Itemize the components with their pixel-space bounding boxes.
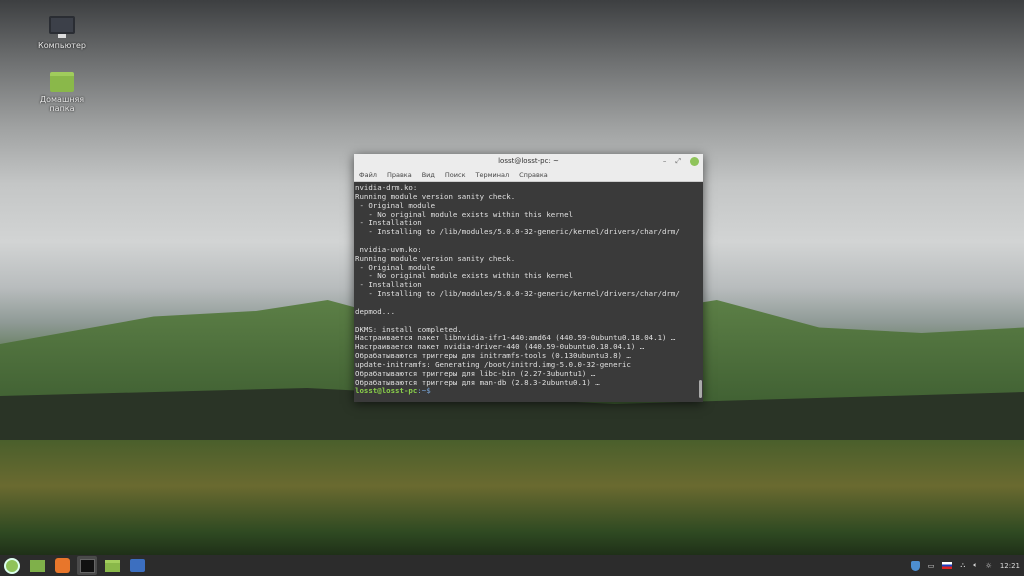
prompt-line[interactable]: losst@losst-pc:~$ xyxy=(355,386,702,396)
output-line: depmod... xyxy=(355,306,396,316)
screenshot-button[interactable] xyxy=(127,556,147,575)
terminal-button[interactable] xyxy=(77,556,97,575)
menu-item[interactable]: Поиск xyxy=(445,168,466,181)
files-icon xyxy=(104,559,120,572)
language-flag-icon[interactable] xyxy=(942,562,953,569)
prompt-user-host: losst@losst-pc xyxy=(355,386,418,396)
firefox-icon xyxy=(54,558,70,573)
network-icon[interactable]: ⛬ xyxy=(960,561,965,570)
maximize-button[interactable]: ⤢ xyxy=(675,156,681,166)
desktop-icon-label: Компьютер xyxy=(38,41,86,50)
mint-menu-button[interactable] xyxy=(2,556,22,575)
show-desktop-icon xyxy=(29,559,45,572)
prompt-path: :~$ xyxy=(417,386,431,396)
terminal-output[interactable]: nvidia-drm.ko: Running module version san… xyxy=(354,182,703,398)
close-button[interactable] xyxy=(690,156,699,166)
mint-menu-icon xyxy=(4,557,20,574)
desktop-icon-computer[interactable]: Компьютер xyxy=(27,16,97,50)
terminal-window[interactable]: losst@losst-pc: ~ – ⤢ Файл Правка Вид Поиск… xyxy=(354,154,703,402)
desktop-icon-home[interactable]: Домашняя папка xyxy=(27,72,97,113)
menu-item[interactable]: Правка xyxy=(387,168,412,181)
menu-item[interactable]: Терминал xyxy=(476,168,510,181)
shield-icon[interactable] xyxy=(910,560,920,571)
system-tray: ▭ ⛬ 🔈︎ ☼ 12:21 xyxy=(910,555,1020,576)
computer-icon xyxy=(49,16,75,34)
title-bar[interactable]: losst@losst-pc: ~ – ⤢ xyxy=(354,154,703,168)
minimize-button[interactable]: – xyxy=(663,156,667,166)
files-button[interactable] xyxy=(102,556,122,575)
clock[interactable]: 12:21 xyxy=(1000,562,1020,570)
menu-item[interactable]: Файл xyxy=(359,168,377,181)
firefox-button[interactable] xyxy=(52,556,72,575)
show-desktop-button[interactable] xyxy=(27,556,47,575)
brightness-icon[interactable]: ☼ xyxy=(986,562,992,570)
wallpaper-grass xyxy=(0,440,1024,555)
taskbar: ▭ ⛬ 🔈︎ ☼ 12:21 xyxy=(0,555,1024,576)
output-line: - Installing to /lib/modules/5.0.0-32-ge… xyxy=(355,227,680,237)
desktop-icon-label: Домашняя папка xyxy=(39,95,85,113)
keyboard-icon[interactable]: ▭ xyxy=(928,562,935,570)
monitor-stand xyxy=(58,34,66,38)
volume-icon[interactable]: 🔈︎ xyxy=(973,561,977,570)
scrollbar[interactable] xyxy=(699,380,702,398)
home-folder-icon xyxy=(50,72,74,92)
window-title: losst@losst-pc: ~ xyxy=(498,157,559,165)
terminal-icon xyxy=(79,558,95,573)
menu-item[interactable]: Вид xyxy=(422,168,435,181)
menu-bar: Файл Правка Вид Поиск Терминал Справка xyxy=(354,168,703,182)
output-line: - Installing to /lib/modules/5.0.0-32-ge… xyxy=(355,289,680,299)
screenshot-icon xyxy=(129,559,145,572)
menu-item[interactable]: Справка xyxy=(519,168,548,181)
